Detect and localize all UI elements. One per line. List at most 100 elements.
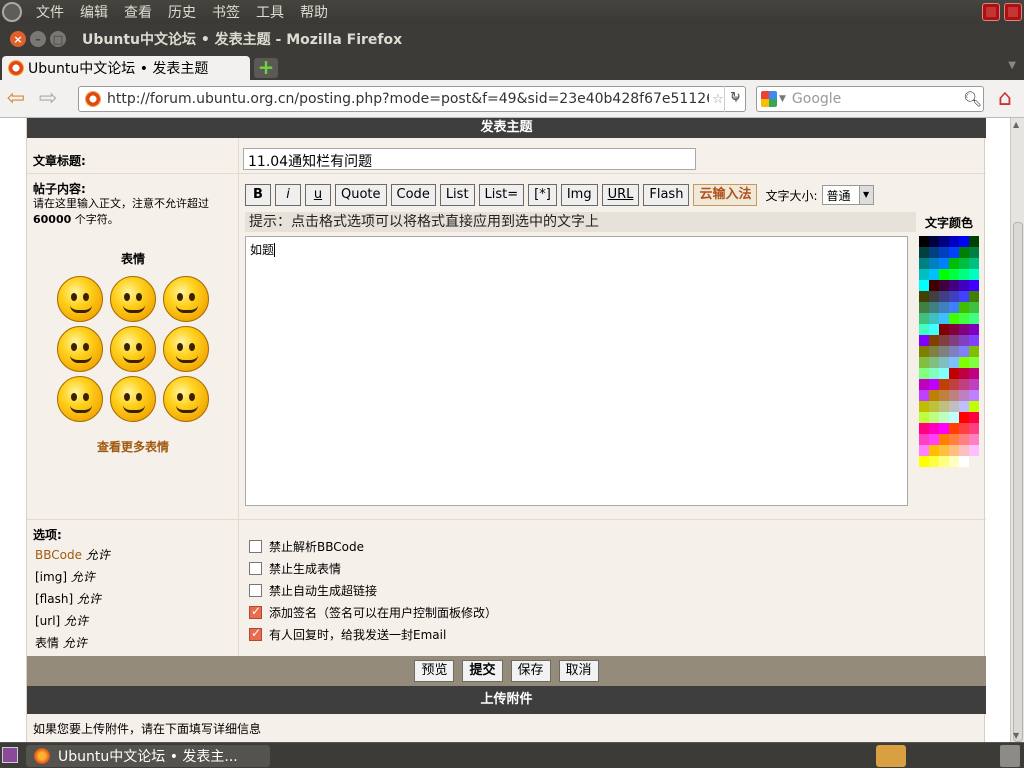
- color-swatch[interactable]: [969, 236, 979, 247]
- color-swatch[interactable]: [919, 434, 929, 445]
- color-swatch[interactable]: [929, 401, 939, 412]
- color-swatch[interactable]: [919, 390, 929, 401]
- checkbox-checked-icon[interactable]: [249, 604, 262, 619]
- search-placeholder[interactable]: Google: [792, 91, 963, 107]
- session-icon[interactable]: [1004, 3, 1022, 21]
- color-swatch[interactable]: [919, 280, 929, 291]
- menu-history[interactable]: 历史: [160, 2, 204, 22]
- google-engine-icon[interactable]: [761, 91, 777, 107]
- color-swatch[interactable]: [969, 401, 979, 412]
- color-swatch[interactable]: [949, 434, 959, 445]
- color-swatch[interactable]: [959, 258, 969, 269]
- color-swatch[interactable]: [969, 258, 979, 269]
- list-button[interactable]: List: [439, 184, 475, 206]
- color-swatch[interactable]: [929, 335, 939, 346]
- menu-file[interactable]: 文件: [28, 2, 72, 22]
- more-smilies-link[interactable]: 查看更多表情: [27, 438, 239, 455]
- color-swatch[interactable]: [919, 401, 929, 412]
- color-swatch[interactable]: [949, 302, 959, 313]
- color-swatch[interactable]: [949, 236, 959, 247]
- color-swatch[interactable]: [959, 335, 969, 346]
- color-swatch[interactable]: [939, 357, 949, 368]
- italic-button[interactable]: i: [275, 184, 301, 206]
- color-swatch[interactable]: [959, 434, 969, 445]
- color-swatch[interactable]: [939, 324, 949, 335]
- search-icon[interactable]: 🔍︎: [963, 90, 983, 108]
- site-identity-icon[interactable]: [85, 91, 101, 107]
- color-swatch[interactable]: [929, 390, 939, 401]
- flash-button[interactable]: Flash: [643, 184, 690, 206]
- chevron-down-icon[interactable]: ▼: [858, 186, 873, 204]
- smiley-icon[interactable]: [110, 376, 156, 422]
- url-text[interactable]: http://forum.ubuntu.org.cn/posting.php?m…: [107, 91, 709, 107]
- color-swatch[interactable]: [939, 313, 949, 324]
- message-textarea[interactable]: 如题: [245, 236, 908, 506]
- disable-smilies-checkbox[interactable]: 禁止生成表情: [249, 560, 341, 577]
- minimize-icon[interactable]: –: [30, 31, 46, 47]
- close-icon[interactable]: ×: [10, 31, 26, 47]
- scroll-thumb[interactable]: [1013, 222, 1023, 742]
- color-swatch[interactable]: [919, 357, 929, 368]
- color-swatch[interactable]: [959, 247, 969, 258]
- color-swatch[interactable]: [959, 379, 969, 390]
- color-swatch[interactable]: [919, 313, 929, 324]
- color-swatch[interactable]: [969, 357, 979, 368]
- disable-bbcode-checkbox[interactable]: 禁止解析BBCode: [249, 538, 364, 555]
- color-swatch[interactable]: [969, 280, 979, 291]
- color-swatch[interactable]: [949, 357, 959, 368]
- color-swatch[interactable]: [959, 269, 969, 280]
- underline-button[interactable]: u: [305, 184, 331, 206]
- color-swatch[interactable]: [969, 313, 979, 324]
- color-swatch[interactable]: [929, 324, 939, 335]
- color-swatch[interactable]: [959, 357, 969, 368]
- scroll-down-icon[interactable]: ▼: [1013, 731, 1019, 740]
- color-swatch[interactable]: [919, 346, 929, 357]
- color-swatch[interactable]: [929, 357, 939, 368]
- color-swatch[interactable]: [929, 302, 939, 313]
- color-swatch[interactable]: [949, 456, 959, 467]
- color-swatch[interactable]: [929, 456, 939, 467]
- color-swatch[interactable]: [969, 335, 979, 346]
- color-swatch[interactable]: [969, 390, 979, 401]
- color-swatch[interactable]: [939, 335, 949, 346]
- tray-firefox-icon[interactable]: [876, 745, 906, 767]
- checkbox-icon[interactable]: [249, 540, 262, 553]
- menu-view[interactable]: 查看: [116, 2, 160, 22]
- color-swatch[interactable]: [969, 434, 979, 445]
- indicator-icon[interactable]: [982, 3, 1000, 21]
- color-swatch[interactable]: [959, 423, 969, 434]
- cancel-button[interactable]: 取消: [558, 660, 599, 682]
- color-swatch[interactable]: [929, 368, 939, 379]
- color-swatch[interactable]: [919, 445, 929, 456]
- color-swatch[interactable]: [969, 346, 979, 357]
- color-swatch[interactable]: [959, 291, 969, 302]
- color-swatch[interactable]: [939, 390, 949, 401]
- new-tab-icon[interactable]: +: [254, 57, 278, 78]
- color-swatch[interactable]: [939, 434, 949, 445]
- checkbox-icon[interactable]: [249, 584, 262, 597]
- color-swatch[interactable]: [959, 412, 969, 423]
- color-swatch[interactable]: [919, 324, 929, 335]
- ordered-list-button[interactable]: List=: [478, 184, 525, 206]
- checkbox-icon[interactable]: [249, 562, 262, 575]
- color-swatch[interactable]: [939, 269, 949, 280]
- color-swatch[interactable]: [929, 346, 939, 357]
- color-swatch[interactable]: [919, 456, 929, 467]
- color-swatch[interactable]: [939, 401, 949, 412]
- color-swatch[interactable]: [959, 346, 969, 357]
- color-swatch[interactable]: [969, 269, 979, 280]
- color-swatch[interactable]: [919, 269, 929, 280]
- color-swatch[interactable]: [959, 368, 969, 379]
- scroll-up-icon[interactable]: ▲: [1013, 120, 1019, 129]
- color-swatch[interactable]: [949, 291, 959, 302]
- menu-help[interactable]: 帮助: [292, 2, 336, 22]
- color-swatch[interactable]: [949, 412, 959, 423]
- home-icon[interactable]: ⌂: [992, 86, 1018, 112]
- color-swatch[interactable]: [969, 412, 979, 423]
- color-swatch[interactable]: [969, 379, 979, 390]
- color-swatch[interactable]: [929, 280, 939, 291]
- color-swatch[interactable]: [959, 445, 969, 456]
- color-swatch[interactable]: [959, 401, 969, 412]
- color-swatch[interactable]: [949, 390, 959, 401]
- color-swatch[interactable]: [969, 445, 979, 456]
